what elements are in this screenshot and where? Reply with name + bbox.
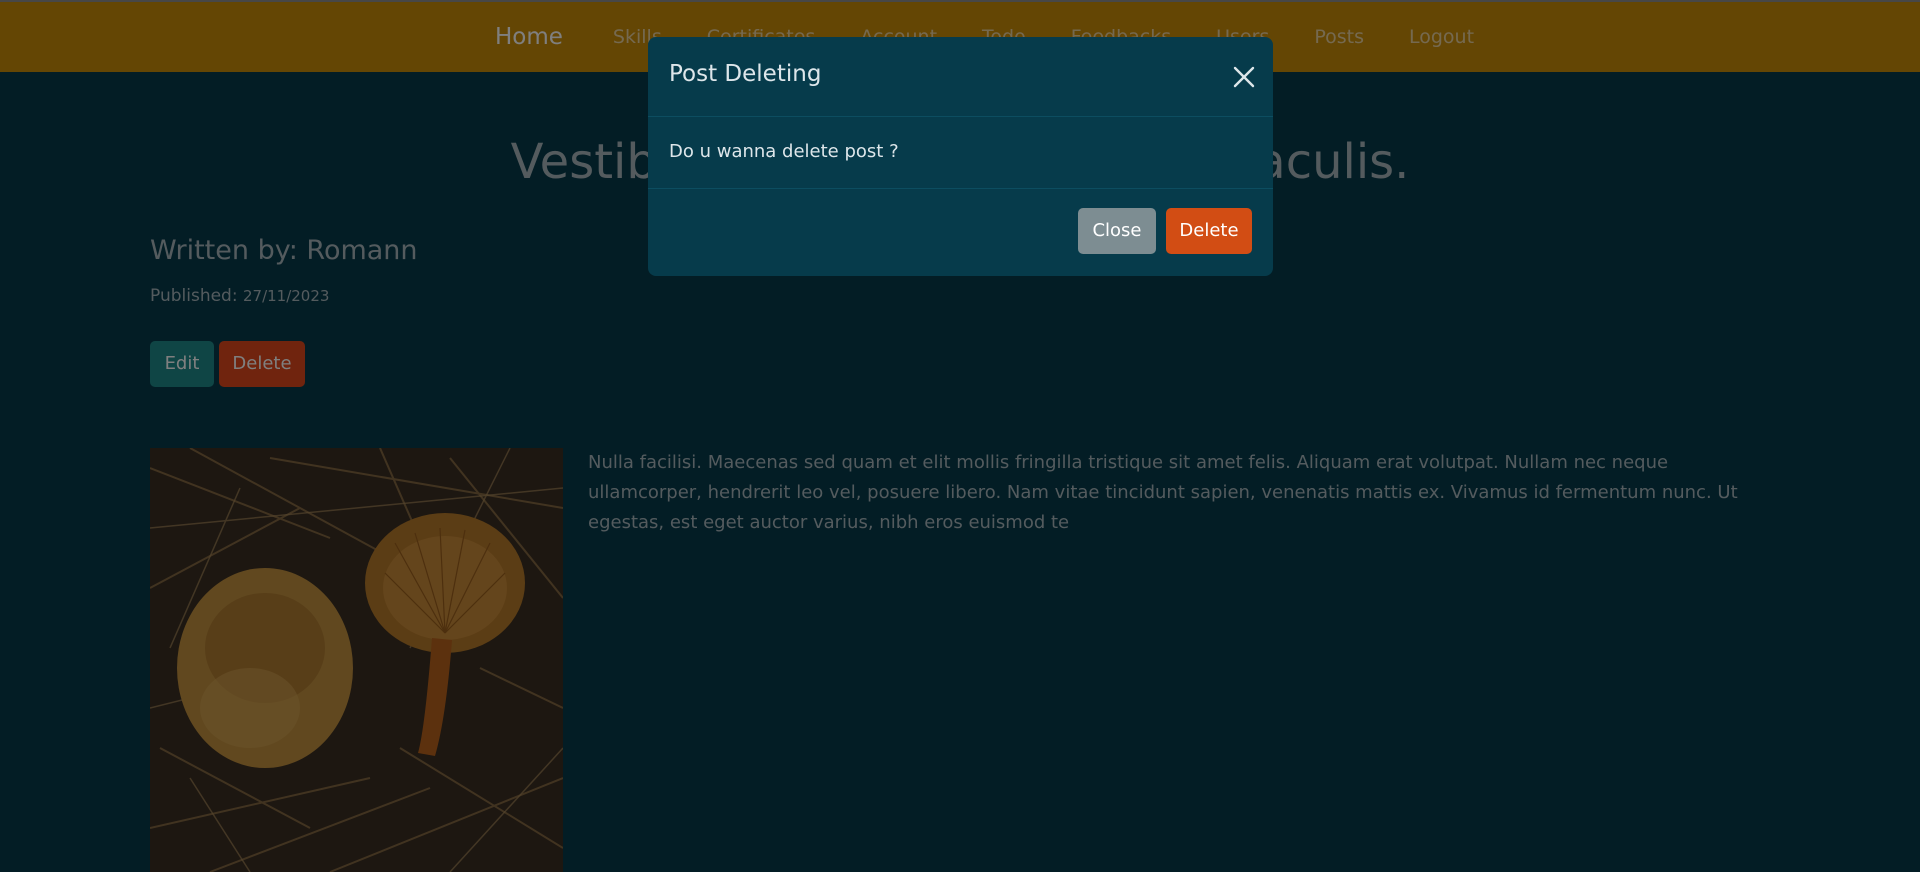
modal-title: Post Deleting xyxy=(669,61,822,87)
modal-close-button[interactable]: Close xyxy=(1078,208,1156,254)
modal-delete-button[interactable]: Delete xyxy=(1166,208,1252,254)
modal-header: Post Deleting xyxy=(648,37,1273,117)
close-icon[interactable] xyxy=(1232,65,1256,89)
modal-message: Do u wanna delete post ? xyxy=(669,141,899,162)
delete-post-modal: Post Deleting Do u wanna delete post ? C… xyxy=(648,37,1273,276)
modal-body: Do u wanna delete post ? xyxy=(648,117,1273,189)
